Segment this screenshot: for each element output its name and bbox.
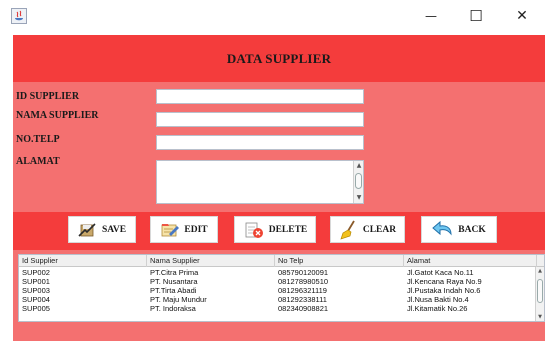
no-telp-label: NO.TELP: [16, 134, 60, 145]
id-supplier-label: ID SUPPLIER: [16, 91, 80, 102]
java-app-icon: [11, 8, 27, 24]
edit-button-label: EDIT: [184, 224, 208, 235]
scroll-down-icon[interactable]: ▼: [355, 194, 363, 202]
close-button[interactable]: ✕: [499, 0, 545, 32]
back-arrow-icon: [432, 220, 452, 236]
save-button[interactable]: SAVE: [68, 216, 136, 243]
table-scroll-thumb[interactable]: [537, 279, 543, 303]
table-row[interactable]: SUP002 PT.Citra Prima 085790120091 Jl.Ga…: [19, 268, 544, 277]
header-banner: DATA SUPPLIER: [13, 35, 545, 82]
clear-button[interactable]: CLEAR: [330, 216, 405, 243]
cell-id: SUP001: [22, 277, 50, 286]
cell-nama: PT.Citra Prima: [150, 268, 199, 277]
edit-button[interactable]: EDIT: [150, 216, 218, 243]
save-icon: [78, 222, 96, 237]
page-title: DATA SUPPLIER: [226, 50, 332, 66]
delete-icon: [245, 222, 263, 238]
table-header: Id Supplier Nama Supplier No Telp Alamat: [19, 255, 544, 267]
minimize-button[interactable]: —: [408, 0, 454, 32]
back-button[interactable]: BACK: [421, 216, 497, 243]
column-header-alamat[interactable]: Alamat: [404, 255, 537, 267]
back-button-label: BACK: [458, 224, 486, 235]
cell-alamat: Jl.Gatot Kaca No.11: [407, 268, 474, 277]
cell-alamat: Jl.Kitamatik No.26: [407, 304, 468, 313]
alamat-scrollbar[interactable]: ▲ ▼: [353, 161, 363, 203]
maximize-button[interactable]: ☐: [453, 0, 499, 32]
delete-button[interactable]: DELETE: [234, 216, 316, 243]
cell-alamat: Jl.Kencana Raya No.9: [407, 277, 482, 286]
cell-id: SUP003: [22, 286, 50, 295]
column-header-id[interactable]: Id Supplier: [19, 255, 147, 267]
cell-nama: PT. Indoraksa: [150, 304, 196, 313]
no-telp-input[interactable]: [156, 135, 364, 150]
cell-alamat: Jl.Nusa Bakti No.4: [407, 295, 469, 304]
cell-telp: 081278980510: [278, 277, 329, 286]
cell-telp: 081292338111: [278, 295, 327, 304]
table-row[interactable]: SUP003 PT.Tirta Abadi 081296321119 Jl.Pu…: [19, 286, 544, 295]
cell-nama: PT. Nusantara: [150, 277, 198, 286]
cell-telp: 085790120091: [278, 268, 329, 277]
cell-id: SUP004: [22, 295, 50, 304]
save-button-label: SAVE: [101, 224, 127, 235]
cell-nama: PT. Maju Mundur: [150, 295, 207, 304]
alamat-label: ALAMAT: [16, 156, 60, 167]
scroll-down-icon[interactable]: ▼: [536, 313, 544, 321]
scroll-up-icon[interactable]: ▲: [536, 267, 544, 275]
cell-nama: PT.Tirta Abadi: [150, 286, 197, 295]
close-icon: ✕: [516, 8, 528, 24]
maximize-icon: ☐: [469, 7, 483, 25]
supplier-table[interactable]: Id Supplier Nama Supplier No Telp Alamat…: [18, 254, 545, 322]
alamat-textarea[interactable]: ▲ ▼: [156, 160, 364, 204]
scroll-thumb[interactable]: [355, 173, 362, 189]
nama-supplier-input[interactable]: [156, 112, 364, 127]
broom-icon: [340, 220, 355, 240]
table-row[interactable]: SUP005 PT. Indoraksa 082340908821 Jl.Kit…: [19, 304, 544, 313]
table-row[interactable]: SUP004 PT. Maju Mundur 081292338111 Jl.N…: [19, 295, 544, 304]
minimize-icon: —: [425, 9, 437, 23]
id-supplier-input[interactable]: [156, 89, 364, 104]
scroll-up-icon[interactable]: ▲: [355, 162, 363, 170]
cell-telp: 082340908821: [278, 304, 329, 313]
table-scrollbar[interactable]: ▲ ▼: [535, 267, 544, 321]
clear-button-label: CLEAR: [362, 224, 397, 235]
cell-telp: 081296321119: [278, 286, 327, 295]
column-header-nama[interactable]: Nama Supplier: [147, 255, 275, 267]
edit-icon: [161, 223, 180, 236]
title-bar: — ☐ ✕: [0, 0, 545, 32]
nama-supplier-label: NAMA SUPPLIER: [16, 110, 99, 121]
table-row[interactable]: SUP001 PT. Nusantara 081278980510 Jl.Ken…: [19, 277, 544, 286]
cell-alamat: Jl.Pustaka Indah No.6: [407, 286, 481, 295]
cell-id: SUP002: [22, 268, 50, 277]
cell-id: SUP005: [22, 304, 50, 313]
column-header-telp[interactable]: No Telp: [275, 255, 404, 267]
delete-button-label: DELETE: [268, 224, 308, 235]
